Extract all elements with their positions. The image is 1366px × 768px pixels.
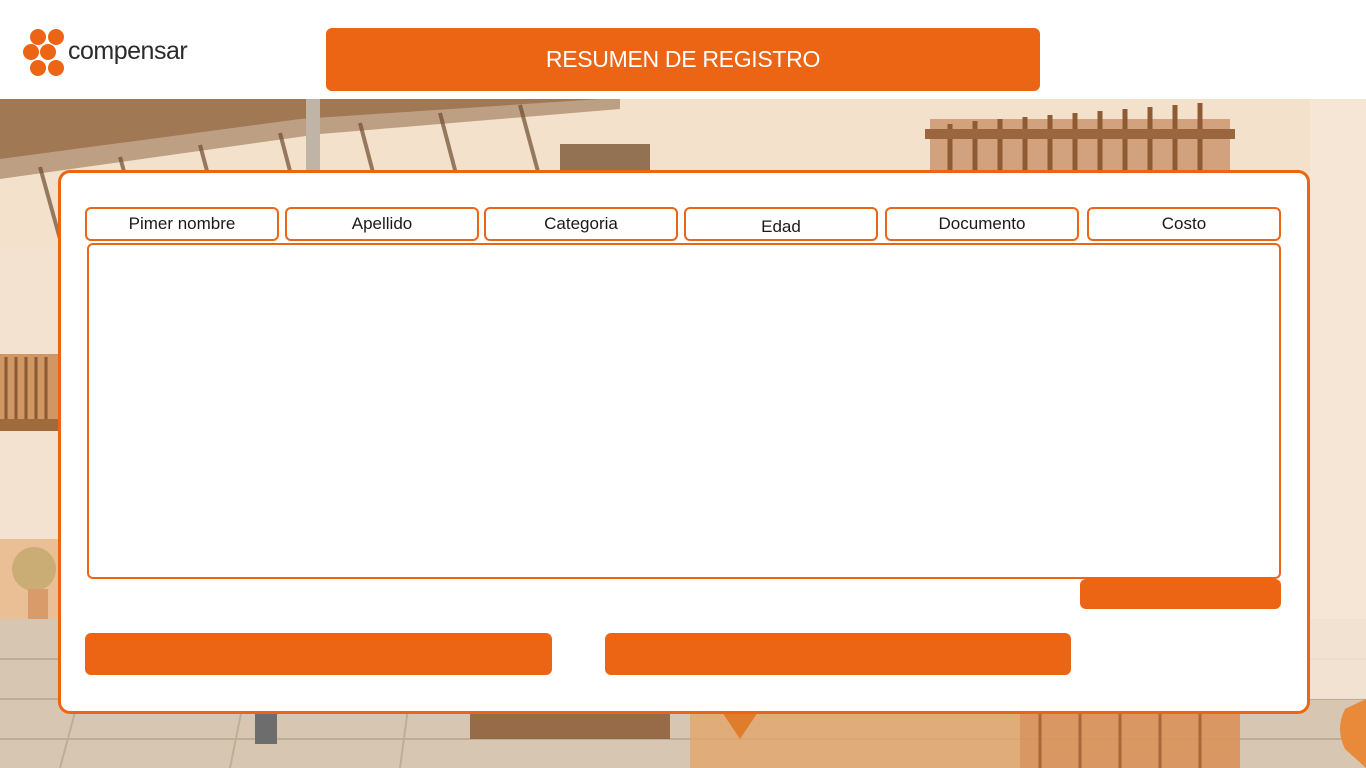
left-action-button[interactable]: [85, 633, 552, 675]
right-action-button[interactable]: [605, 633, 1071, 675]
page-title: RESUMEN DE REGISTRO: [326, 28, 1040, 91]
header: compensar RESUMEN DE REGISTRO: [0, 0, 1366, 99]
column-header-age: Edad: [684, 207, 878, 241]
compensar-logo[interactable]: compensar: [22, 28, 202, 78]
column-header-cost: Costo: [1087, 207, 1281, 241]
column-header-document: Documento: [885, 207, 1079, 241]
total-button[interactable]: [1080, 579, 1281, 609]
compensar-logo-icon: [23, 29, 64, 76]
column-header-first-name: Pimer nombre: [85, 207, 279, 241]
logo-text: compensar: [68, 37, 188, 65]
column-header-last-name: Apellido: [285, 207, 479, 241]
registration-summary-panel: Pimer nombre Apellido Categoria Edad Doc…: [58, 170, 1310, 714]
column-header-category: Categoria: [484, 207, 678, 241]
registration-table-body[interactable]: [87, 243, 1281, 579]
